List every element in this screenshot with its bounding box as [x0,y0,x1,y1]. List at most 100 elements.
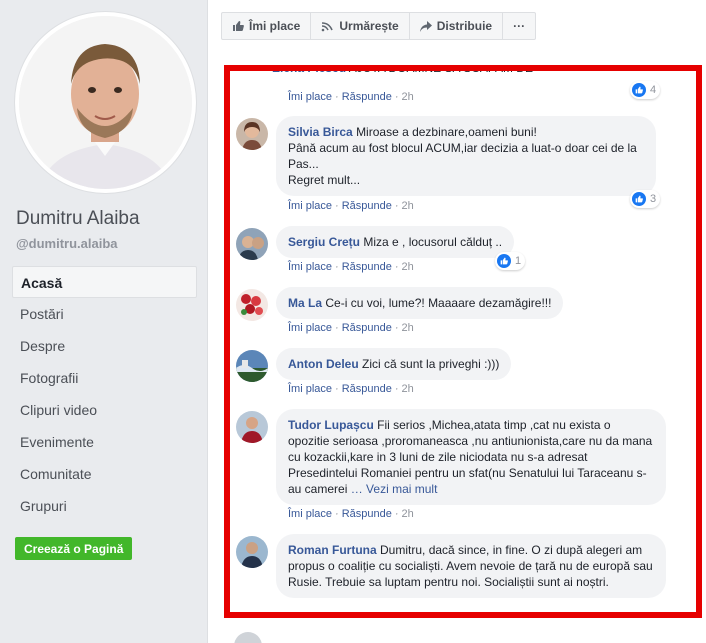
separator: · [335,200,339,212]
reply-link[interactable]: Răspunde [342,383,392,395]
comment-actions: Îmi place · Răspunde · 2h [288,91,414,103]
like-comment-link[interactable]: Îmi place [288,200,332,212]
separator: · [394,508,399,520]
separator: · [335,322,339,334]
reaction-number: 4 [650,84,657,96]
comment-bubble: Silvia Birca Miroase a dezbinare,oameni … [276,116,656,196]
reaction-count[interactable]: 3 [630,190,661,208]
partial-comment-author[interactable]: Elena Plescu [272,71,346,75]
more-options-icon: ··· [513,19,526,33]
commenter-avatar[interactable] [236,228,268,260]
comment-time[interactable]: 2h [402,261,414,273]
create-page-button[interactable]: Creează o Pagină [15,537,133,560]
comment-actions: Îmi place · Răspunde · 2h [288,383,414,395]
reaction-number: 1 [515,255,522,267]
partial-comment-text: AJUTA DOAMNE SA SCAPAM DE [348,65,533,75]
reply-link[interactable]: Răspunde [342,91,392,103]
comment-time[interactable]: 2h [402,200,414,212]
rss-follow-icon [322,21,334,31]
commenter-avatar[interactable] [236,536,268,568]
page-action-toolbar: Îmi place Urmărește Distribuie ··· [221,12,537,40]
profile-handle[interactable]: @dumitru.alaiba [16,236,118,251]
left-column: Dumitru Alaiba @dumitru.alaiba Acasă Pos… [0,0,207,643]
reply-link[interactable]: Răspunde [342,322,392,334]
commenter-avatar[interactable] [236,118,268,150]
reply-link[interactable]: Răspunde [342,200,392,212]
nav-item-acasa[interactable]: Acasă [12,266,197,298]
comment-text-line2: Până acum au fost blocul ACUM,iar decizi… [288,141,637,171]
next-comment-avatar-partial [234,632,262,643]
comment-bubble: Roman Furtuna Dumitru, dacă since, in fi… [276,534,666,598]
reaction-count[interactable]: 4 [630,81,661,99]
reaction-number: 3 [650,193,657,205]
main-content: Îmi place Urmărește Distribuie ··· Elena… [207,0,706,643]
separator: · [394,322,399,334]
comment-text: Ce-i cu voi, lume?! Maaaare dezamăgire!!… [325,296,552,310]
comment-bubble: Sergiu Crețu Miza e , locusorul călduț .… [276,226,515,258]
commenter-avatar[interactable] [236,350,268,382]
partial-comment: Elena Plescu AJUTA DOAMNE SA SCAPAM DE [272,65,533,75]
comment-time[interactable]: 2h [402,508,414,520]
reaction-count[interactable]: 1 [495,252,526,270]
reply-link[interactable]: Răspunde [342,261,392,273]
separator: · [394,200,399,212]
comment-actions: Îmi place · Răspunde · 2h [288,508,414,520]
comment-actions: Îmi place · Răspunde · 2h [288,322,414,334]
like-reaction-icon [632,83,646,97]
like-comment-link[interactable]: Îmi place [288,322,332,334]
nav-item-postari[interactable]: Postări [12,298,197,330]
commenter-avatar[interactable] [236,411,268,443]
separator: · [335,508,339,520]
nav-item-evenimente[interactable]: Evenimente [12,426,197,458]
separator: · [394,383,399,395]
like-comment-link[interactable]: Îmi place [288,383,332,395]
like-comment-link[interactable]: Îmi place [288,261,332,273]
comment-time[interactable]: 2h [402,383,414,395]
profile-picture[interactable] [15,12,196,193]
comment-time[interactable]: 2h [402,322,414,334]
nav-item-comunitate[interactable]: Comunitate [12,458,197,490]
page-nav: Acasă Postări Despre Fotografii Clipuri … [12,266,197,522]
comment-actions: Îmi place · Răspunde · 2h [288,200,414,212]
like-reaction-icon [632,192,646,206]
comment-author[interactable]: Tudor Lupașcu [288,418,374,432]
nav-item-fotografii[interactable]: Fotografii [12,362,197,394]
comment-author[interactable]: Sergiu Crețu [288,235,360,249]
comment-text: Miroase a dezbinare,oameni buni! [356,125,537,139]
comment-author[interactable]: Ma La [288,296,322,310]
see-more-link[interactable]: … Vezi mai mult [351,482,438,496]
comment-bubble: Ma La Ce-i cu voi, lume?! Maaaare dezamă… [276,287,564,319]
comment-actions: Îmi place · Răspunde · 2h [288,261,414,273]
highlighted-comments-frame: Elena Plescu AJUTA DOAMNE SA SCAPAM DE Î… [224,65,702,618]
comment-text: Miza e , locusorul călduț .. [363,235,503,249]
nav-item-despre[interactable]: Despre [12,330,197,362]
profile-photo-illustration [19,16,192,189]
thumbs-up-icon [233,21,244,31]
follow-button[interactable]: Urmărește [311,13,410,39]
comment-text: Zici că sunt la priveghi :))) [362,357,500,371]
nav-item-clipuri-video[interactable]: Clipuri video [12,394,197,426]
comment-bubble: Tudor Lupașcu Fii serios ,Michea,atata t… [276,409,666,505]
comment-text-line3: Regret mult... [288,173,361,187]
more-options-button[interactable]: ··· [503,13,535,39]
avatar [19,16,192,189]
separator: · [394,261,399,273]
comment-author[interactable]: Anton Deleu [288,357,359,371]
comment-time[interactable]: 2h [402,91,414,103]
share-button[interactable]: Distribuie [410,13,504,39]
profile-name[interactable]: Dumitru Alaiba [16,208,140,230]
separator: · [335,383,339,395]
commenter-avatar[interactable] [236,289,268,321]
comment-author[interactable]: Silvia Birca [288,125,353,139]
separator: · [394,91,399,103]
share-arrow-icon [419,20,432,32]
like-comment-link[interactable]: Îmi place [288,91,332,103]
comment-author[interactable]: Roman Furtuna [288,543,377,557]
like-comment-link[interactable]: Îmi place [288,508,332,520]
separator: · [335,261,339,273]
nav-item-grupuri[interactable]: Grupuri [12,490,197,522]
like-page-button[interactable]: Îmi place [222,13,312,39]
like-page-label: Îmi place [249,19,301,33]
follow-label: Urmărește [339,19,399,33]
reply-link[interactable]: Răspunde [342,508,392,520]
